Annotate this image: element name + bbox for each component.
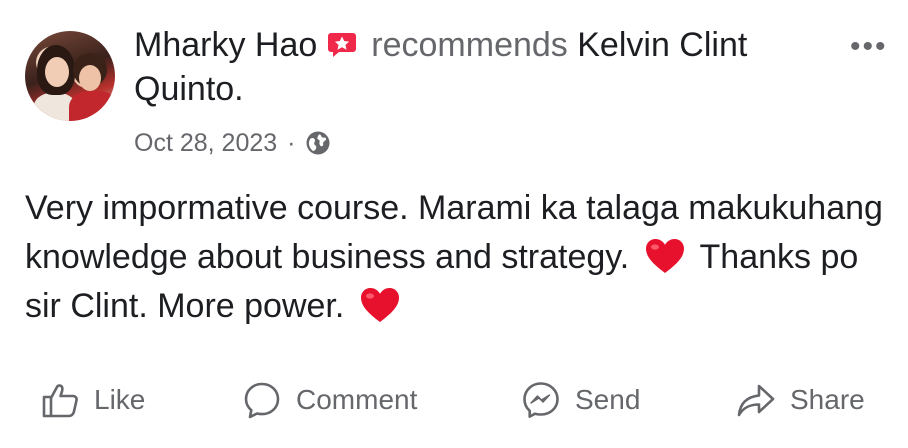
post-body: Very impormative course. Marami ka talag… (25, 184, 885, 331)
messenger-icon (523, 382, 559, 418)
post-action-bar: Like Comment Send Share (0, 374, 908, 426)
comment-button[interactable]: Comment (242, 374, 417, 426)
share-label: Share (790, 384, 865, 415)
author-name[interactable]: Mharky Hao (134, 26, 317, 64)
post-date[interactable]: Oct 28, 2023 (134, 126, 277, 160)
send-button[interactable]: Send (521, 374, 640, 426)
recommendation-post: Mharky Hao recommends Kelvin Clint Quinto… (0, 0, 908, 448)
like-label: Like (94, 384, 146, 415)
post-header: Mharky Hao recommends Kelvin Clint Quinto… (134, 23, 834, 111)
share-icon (737, 384, 775, 417)
post-meta: Oct 28, 2023 · (134, 126, 331, 160)
comment-icon (244, 382, 280, 419)
send-label: Send (575, 384, 641, 415)
share-button[interactable]: Share (736, 374, 865, 426)
like-icon (42, 384, 78, 418)
heart-emoji-icon (643, 236, 687, 276)
like-button[interactable]: Like (40, 374, 145, 426)
recommend-badge-icon (327, 26, 357, 57)
meta-separator: · (287, 129, 296, 157)
heart-emoji-icon (358, 285, 402, 325)
globe-icon (305, 130, 331, 156)
comment-label: Comment (296, 384, 418, 415)
recommends-text: recommends (371, 26, 568, 64)
author-avatar[interactable] (25, 31, 115, 121)
more-options-icon[interactable]: ••• (850, 32, 888, 62)
